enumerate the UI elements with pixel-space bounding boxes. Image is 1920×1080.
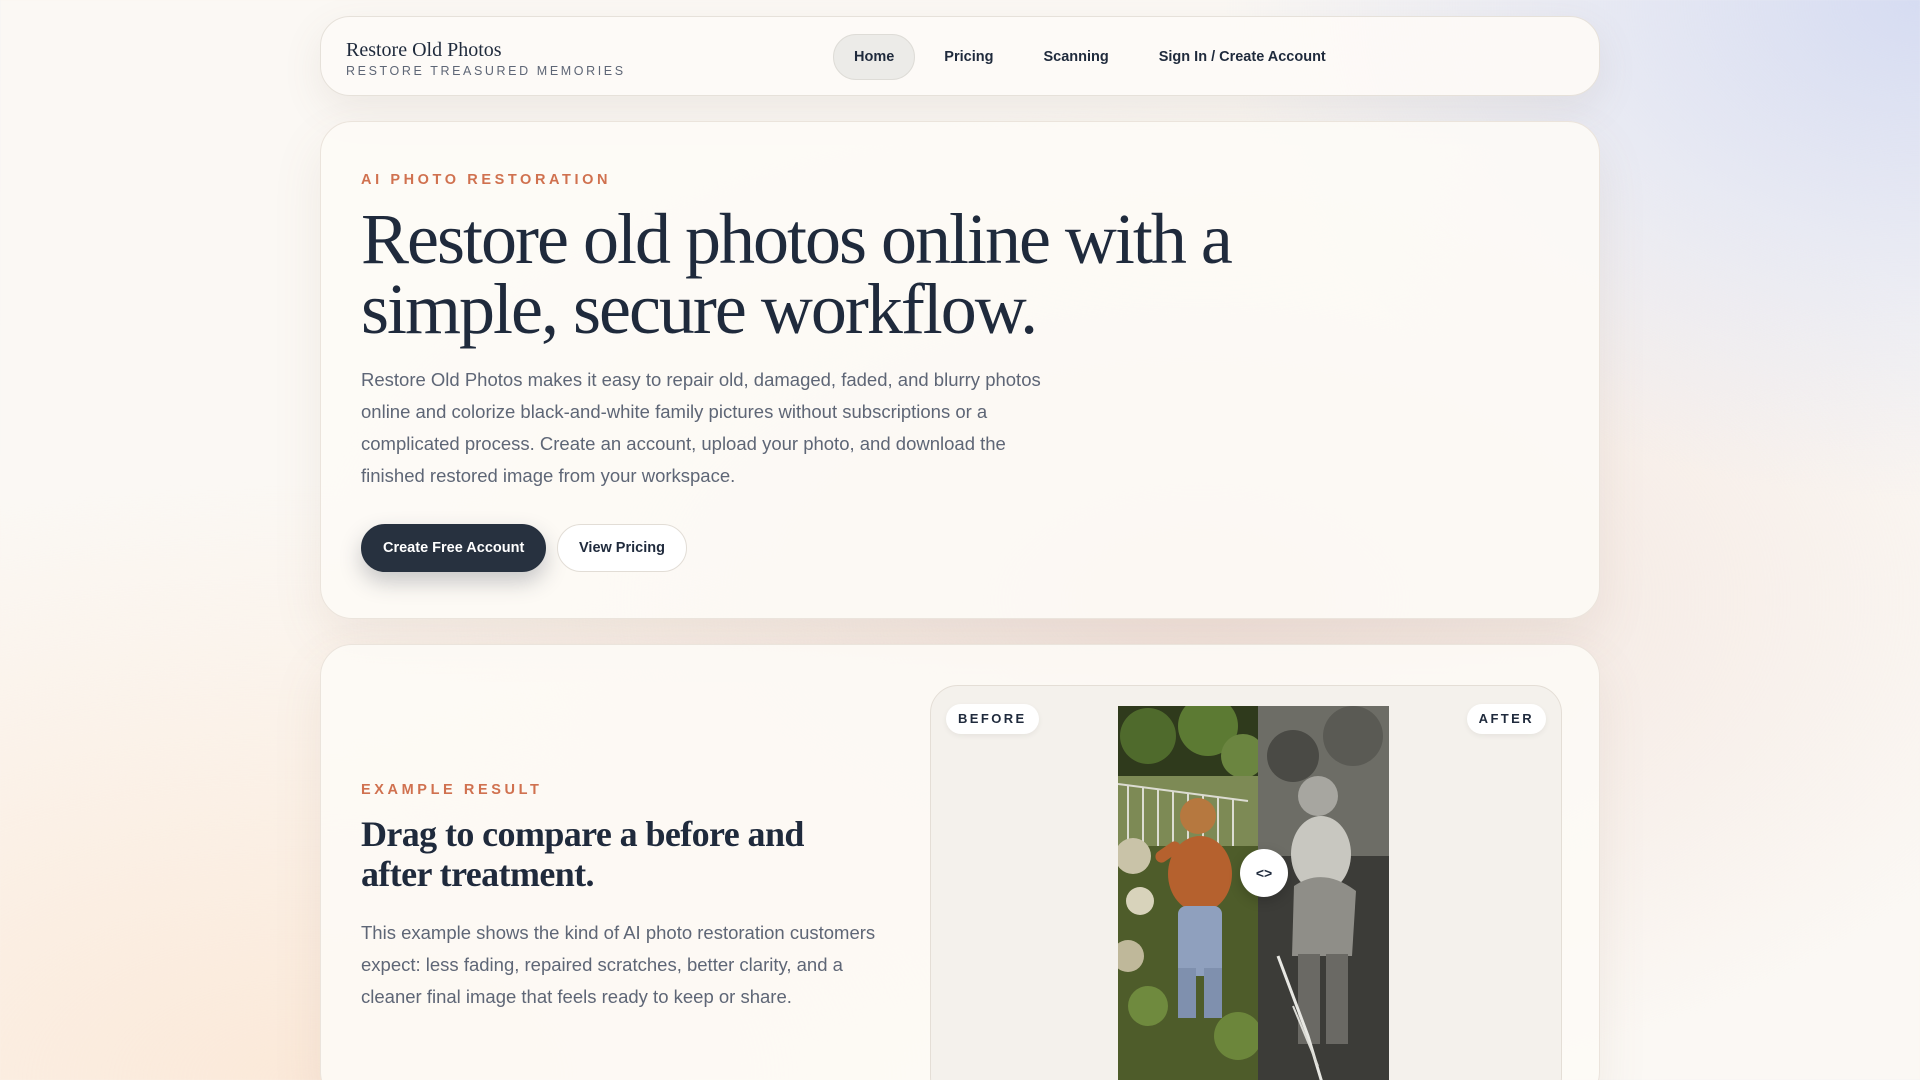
hero-title: Restore old photos online with a simple,… [361,199,1233,349]
view-pricing-button[interactable]: View Pricing [557,524,687,572]
hero-card: AI PHOTO RESTORATION Restore old photos … [320,121,1600,619]
nav-link-scanning[interactable]: Scanning [1022,34,1129,80]
hero-eyebrow: AI PHOTO RESTORATION [361,172,612,188]
before-after-comparison[interactable]: BEFORE AFTER <> [930,685,1562,1080]
top-navigation: Restore Old Photos RESTORE TREASURED MEM… [320,16,1600,96]
brand-tagline: RESTORE TREASURED MEMORIES [346,64,626,78]
example-result-card: EXAMPLE RESULT Drag to compare a before … [320,644,1600,1080]
after-label: AFTER [1466,704,1546,734]
nav-links: Home Pricing Scanning Sign In / Create A… [833,34,1355,80]
example-title: Drag to compare a before and after treat… [361,814,804,894]
nav-link-pricing[interactable]: Pricing [923,34,1014,80]
before-label: BEFORE [946,704,1039,734]
example-eyebrow: EXAMPLE RESULT [361,782,543,798]
comparison-drag-handle[interactable]: <> [1240,849,1288,897]
brand[interactable]: Restore Old Photos RESTORE TREASURED MEM… [346,39,626,78]
brand-name[interactable]: Restore Old Photos [346,39,626,61]
create-free-account-button[interactable]: Create Free Account [361,524,547,572]
hero-description: Restore Old Photos makes it easy to repa… [361,369,1041,486]
nav-link-sign-in[interactable]: Sign In / Create Account [1138,34,1347,80]
example-description: This example shows the kind of AI photo … [361,922,876,1007]
nav-link-home[interactable]: Home [833,34,916,80]
